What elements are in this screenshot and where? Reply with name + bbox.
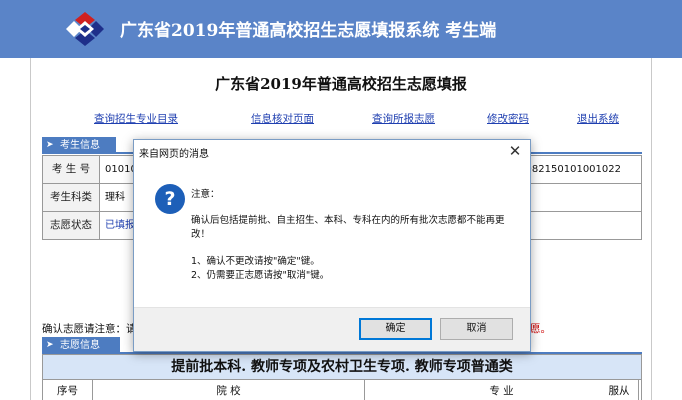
tab-volunteer-info: ➤ 志愿信息 (42, 337, 120, 354)
batch-heading: 提前批本科. 教师专项及农村卫生专项. 教师专项普通类 (42, 354, 642, 380)
header-banner: 广东省2019年普通高校招生志愿填报系统 考生端 (0, 0, 682, 58)
nav-link-query-volunteer[interactable]: 查询所报志愿 (372, 111, 435, 126)
ok-button[interactable]: 确定 (359, 318, 432, 340)
column-header: 院 校 (93, 380, 365, 400)
nav-link-change-password[interactable]: 修改密码 (487, 111, 529, 126)
diamond-logo-icon (66, 12, 104, 46)
table-header-row: 序号 院 校 专 业 (42, 380, 642, 400)
nav-link-logout[interactable]: 退出系统 (577, 111, 619, 126)
page-title: 广东省2019年普通高校招生志愿填报 (215, 75, 467, 93)
arrow-icon: ➤ (46, 140, 54, 150)
info-value: 理科 (105, 192, 125, 203)
info-value: 已填报 (105, 220, 135, 231)
system-title: 广东省2019年普通高校招生志愿填报系统 考生端 (120, 21, 497, 41)
tab-label: 志愿信息 (60, 340, 100, 351)
dialog-line: 改！ (191, 229, 211, 240)
dialog-titlebar[interactable]: 来自网页的消息 ✕ (134, 140, 530, 162)
dialog-line: 2、仍需要正志愿请按"取消"键。 (191, 270, 330, 281)
info-label: 考生科类 (43, 184, 100, 211)
dialog-line: 1、确认不更改请按"确定"键。 (191, 256, 320, 267)
question-icon: ? (155, 184, 185, 214)
nav-link-info-check[interactable]: 信息核对页面 (251, 111, 314, 126)
close-icon[interactable]: ✕ (506, 142, 524, 160)
dialog-title: 来自网页的消息 (139, 149, 209, 160)
tab-label: 考生信息 (60, 140, 100, 151)
info-label: 志愿状态 (43, 212, 100, 239)
nav-link-major-catalog[interactable]: 查询招生专业目录 (94, 111, 178, 126)
message-dialog: 来自网页的消息 ✕ ? 注意： 确认后包括提前批、自主招生、本科、专科在内的所有… (133, 139, 531, 352)
info-label: 考 生 号 (43, 156, 100, 183)
confirm-note-warning: 愿。 (530, 323, 551, 335)
page: 广东省2019年普通高校招生志愿填报系统 考生端 广东省2019年普通高校招生志… (0, 0, 682, 400)
confirm-note: 确认志愿请注意：请 (42, 323, 137, 335)
dialog-footer: 确定 取消 (134, 307, 530, 351)
dialog-line: 确认后包括提前批、自主招生、本科、专科在内的所有批次志愿都不能再更 (191, 215, 505, 226)
column-header: 服从 (608, 385, 630, 397)
arrow-icon: ➤ (46, 340, 54, 350)
cancel-button[interactable]: 取消 (440, 318, 513, 340)
dialog-line: 注意： (191, 189, 220, 200)
tab-student-info: ➤ 考生信息 (42, 137, 116, 154)
column-header: 序号 (43, 380, 93, 400)
